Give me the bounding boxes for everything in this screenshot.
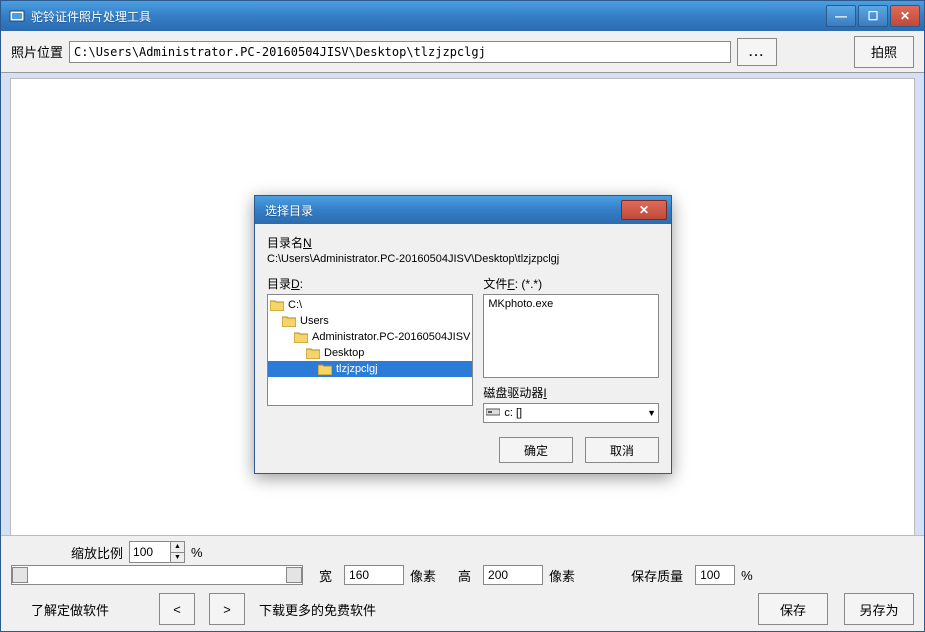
next-button[interactable]: > [209, 593, 245, 625]
maximize-button[interactable]: ☐ [858, 5, 888, 27]
height-label: 高 [458, 566, 471, 585]
directory-item-label: Users [300, 315, 329, 327]
dialog-titlebar: 选择目录 ✕ [255, 196, 671, 224]
folder-icon [282, 316, 296, 327]
zoom-down-icon[interactable]: ▼ [171, 553, 184, 563]
width-unit: 像素 [410, 566, 436, 585]
chevron-down-icon: ▼ [647, 408, 656, 418]
folder-icon [270, 300, 284, 311]
download-link[interactable]: 下载更多的免费软件 [259, 600, 376, 619]
window-title: 驼铃证件照片处理工具 [31, 8, 826, 25]
dirname-value: C:\Users\Administrator.PC-20160504JISV\D… [267, 253, 659, 265]
path-label: 照片位置 [11, 42, 63, 61]
select-directory-dialog: 选择目录 ✕ 目录名N C:\Users\Administrator.PC-20… [254, 195, 672, 474]
slider-thumb[interactable] [12, 567, 28, 583]
browse-button[interactable]: ... [737, 38, 777, 66]
zoom-slider[interactable] [11, 565, 303, 585]
directory-item[interactable]: C:\ [268, 297, 472, 313]
capture-button[interactable]: 拍照 [854, 36, 914, 68]
save-button[interactable]: 保存 [758, 593, 828, 625]
saveas-button[interactable]: 另存为 [844, 593, 914, 625]
zoom-input[interactable] [130, 545, 170, 559]
quality-input[interactable] [695, 565, 735, 585]
zoom-suffix: % [191, 545, 203, 560]
path-input[interactable] [69, 41, 731, 63]
dialog-close-button[interactable]: ✕ [621, 200, 667, 220]
toolbar: 照片位置 ... 拍照 [1, 31, 924, 73]
directory-item-label: Administrator.PC-20160504JISV [312, 331, 470, 343]
ok-button[interactable]: 确定 [499, 437, 573, 463]
dialog-title: 选择目录 [259, 202, 621, 219]
filelist-label: 文件F: (*.*) [483, 275, 659, 292]
directory-item[interactable]: Desktop [268, 345, 472, 361]
zoom-spinner[interactable]: ▲▼ [129, 541, 185, 563]
drive-select[interactable]: c: [] ▼ [483, 403, 659, 423]
minimize-button[interactable]: — [826, 5, 856, 27]
learn-link[interactable]: 了解定做软件 [31, 600, 109, 619]
prev-button[interactable]: < [159, 593, 195, 625]
width-input[interactable] [344, 565, 404, 585]
window-controls: — ☐ ✕ [826, 5, 920, 27]
file-listbox[interactable]: MKphoto.exe [483, 294, 659, 378]
folder-icon [294, 332, 308, 343]
directory-item-label: Desktop [324, 347, 364, 359]
close-button[interactable]: ✕ [890, 5, 920, 27]
folder-icon [306, 348, 320, 359]
drive-icon [486, 407, 500, 420]
zoom-up-icon[interactable]: ▲ [171, 542, 184, 553]
quality-suffix: % [741, 568, 753, 583]
quality-label: 保存质量 [631, 566, 683, 585]
cancel-button[interactable]: 取消 [585, 437, 659, 463]
directory-listbox[interactable]: C:\ Users Administrator.PC-20160504JISV Des… [267, 294, 473, 406]
width-label: 宽 [319, 566, 332, 585]
titlebar: 驼铃证件照片处理工具 — ☐ ✕ [1, 1, 924, 31]
app-window: 驼铃证件照片处理工具 — ☐ ✕ 照片位置 ... 拍照 缩放比例 ▲▼ % [0, 0, 925, 632]
slider-end[interactable] [286, 567, 302, 583]
directory-item[interactable]: tlzjzpclgj [268, 361, 472, 377]
directory-item-label: C:\ [288, 299, 302, 311]
drive-value: c: [] [504, 407, 522, 419]
directory-item[interactable]: Users [268, 313, 472, 329]
drive-label: 磁盘驱动器I [483, 384, 659, 401]
height-input[interactable] [483, 565, 543, 585]
zoom-label: 缩放比例 [71, 543, 123, 562]
app-icon [9, 8, 25, 24]
bottom-panel: 缩放比例 ▲▼ % 宽 像素 高 像素 保存质量 % 了解定做软件 [1, 535, 924, 631]
directory-item[interactable]: Administrator.PC-20160504JISV [268, 329, 472, 345]
dirlist-label: 目录D: [267, 275, 473, 292]
file-item[interactable]: MKphoto.exe [484, 297, 658, 311]
dirname-label: 目录名N [267, 234, 659, 251]
folder-icon [318, 364, 332, 375]
height-unit: 像素 [549, 566, 575, 585]
directory-item-label: tlzjzpclgj [336, 363, 378, 375]
